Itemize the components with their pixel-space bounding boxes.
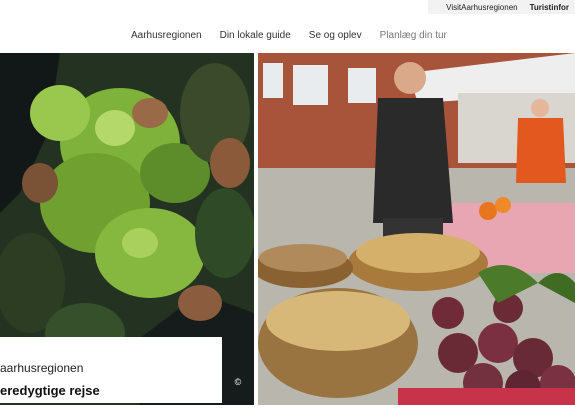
hero-image-market[interactable] xyxy=(258,53,575,405)
caption-title[interactable]: eredygtige rejse xyxy=(0,383,100,398)
copyright-icon[interactable]: © xyxy=(233,377,243,387)
nav-item-se-og-oplev[interactable]: Se og oplev xyxy=(309,30,362,44)
nav-item-lokale-guide[interactable]: Din lokale guide xyxy=(220,30,291,44)
utility-link-turistinfo[interactable]: Turistinfor xyxy=(524,3,575,12)
market-illustration xyxy=(258,53,575,405)
caption-card[interactable]: aarhusregionen eredygtige rejse xyxy=(0,337,222,403)
utility-bar: VisitAarhusregionen Turistinfor xyxy=(428,0,575,14)
nav-item-aarhusregionen[interactable]: Aarhusregionen xyxy=(131,30,202,44)
main-nav: Aarhusregionen Din lokale guide Se og op… xyxy=(0,30,575,44)
caption-kicker: aarhusregionen xyxy=(0,361,84,375)
nav-item-planlaeg[interactable]: Planlæg din tur xyxy=(380,30,447,44)
utility-link-visitaarhusregionen[interactable]: VisitAarhusregionen xyxy=(440,3,523,12)
